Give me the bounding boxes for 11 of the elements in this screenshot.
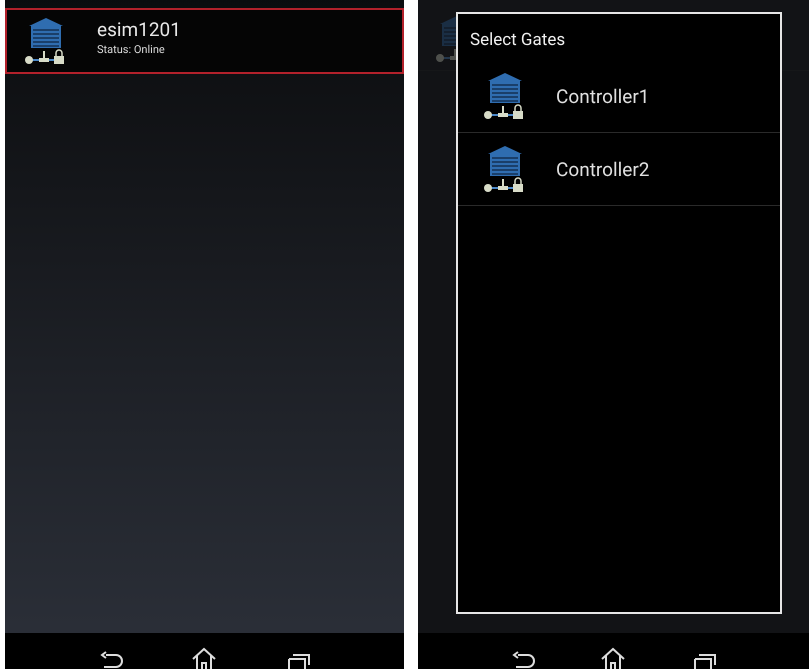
device-list-item[interactable]: esim1201 Status: Online bbox=[5, 8, 404, 74]
device-status: Status: Online bbox=[97, 43, 166, 56]
recent-apps-icon[interactable] bbox=[691, 651, 718, 669]
device-name: esim1201 bbox=[97, 18, 181, 41]
back-icon[interactable] bbox=[98, 651, 124, 669]
home-icon[interactable] bbox=[190, 647, 218, 669]
back-icon[interactable] bbox=[510, 651, 536, 669]
gate-option[interactable]: Controller1 bbox=[458, 60, 780, 133]
dialog-title: Select Gates bbox=[469, 29, 566, 52]
home-icon[interactable] bbox=[599, 647, 628, 669]
gate-option[interactable]: Controller2 bbox=[458, 133, 780, 206]
